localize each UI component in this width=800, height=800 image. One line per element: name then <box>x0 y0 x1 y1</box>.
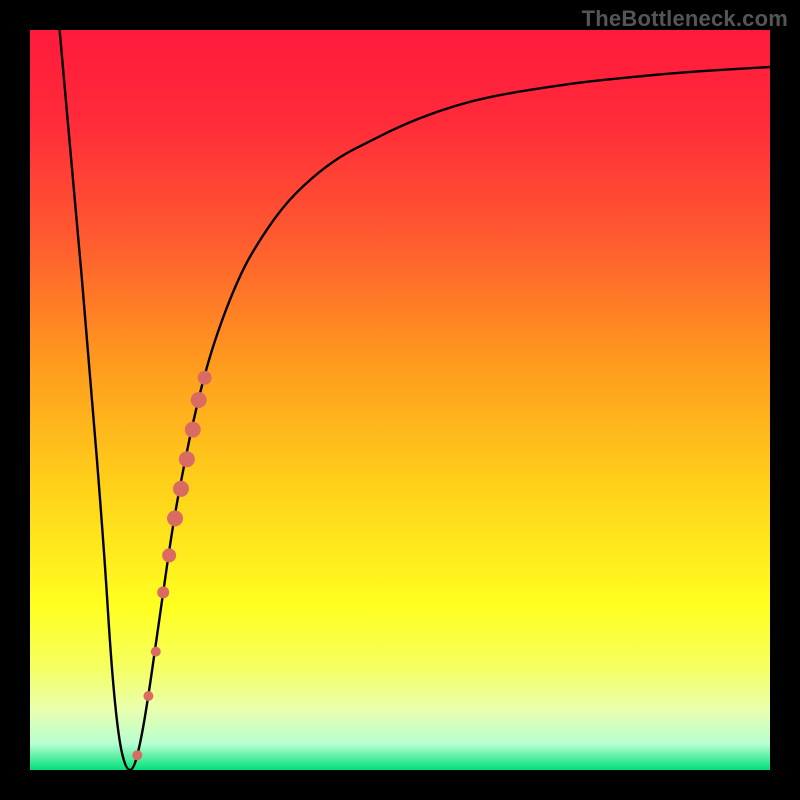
data-point <box>167 510 183 526</box>
data-point <box>198 371 212 385</box>
data-point <box>162 548 176 562</box>
data-point <box>185 422 201 438</box>
data-point <box>191 392 207 408</box>
data-point <box>132 750 142 760</box>
data-point <box>157 586 169 598</box>
watermark-label: TheBottleneck.com <box>582 6 788 32</box>
bottleneck-chart <box>30 30 770 770</box>
plot-area <box>30 30 770 770</box>
chart-frame: TheBottleneck.com <box>0 0 800 800</box>
data-point <box>179 451 195 467</box>
gradient-background <box>30 30 770 770</box>
data-point <box>151 647 161 657</box>
data-point <box>173 481 189 497</box>
data-point <box>143 691 153 701</box>
